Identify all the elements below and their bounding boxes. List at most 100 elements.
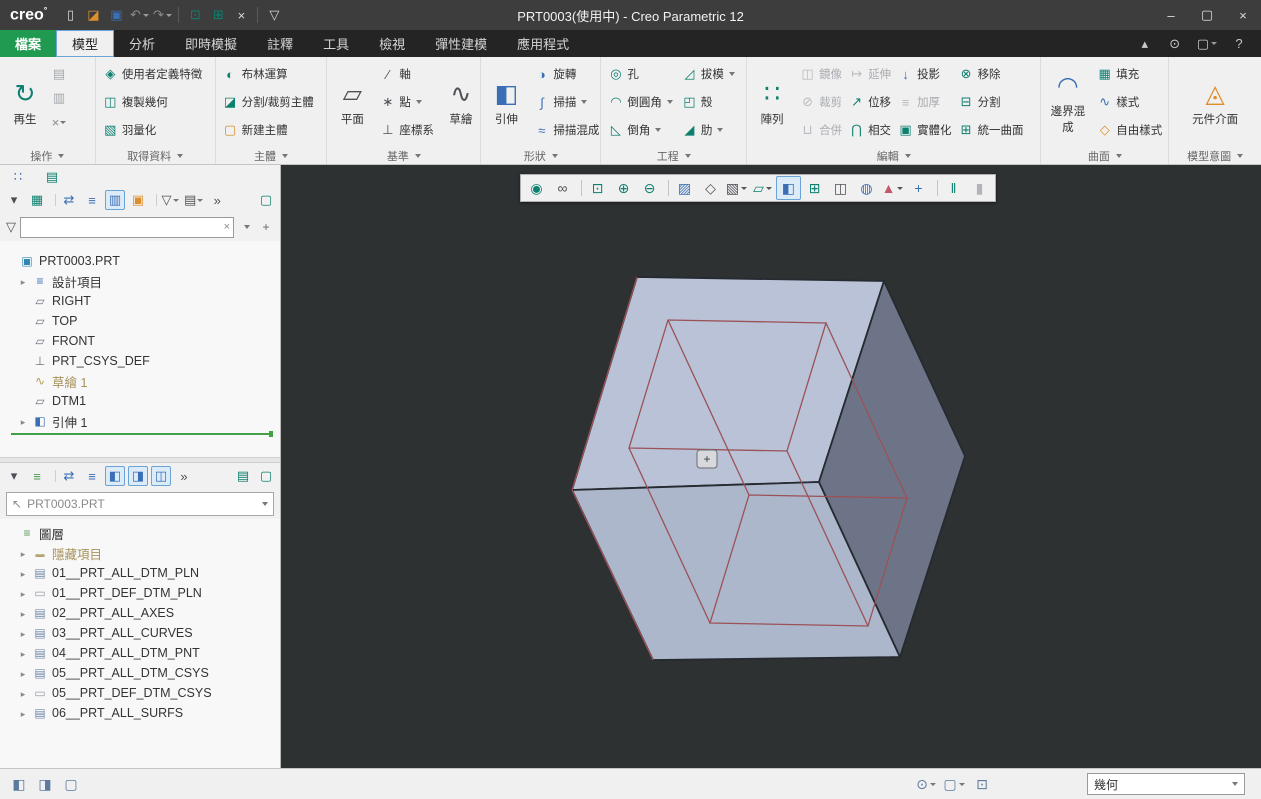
expand-arrow-icon[interactable] (5, 254, 15, 268)
expand-arrow-icon[interactable] (18, 334, 28, 348)
layer-tree-item[interactable]: 04__PRT_ALL_DTM_PNT (5, 643, 280, 663)
draft-button[interactable]: ◿拔模 (678, 60, 738, 88)
rib-button[interactable]: ◢肋 (678, 116, 738, 144)
expand-arrow-icon[interactable] (18, 274, 28, 288)
add-filter-button[interactable]: + (258, 217, 274, 237)
layer-tree-item[interactable]: 隱藏項目 (5, 543, 280, 563)
new-body-button[interactable]: ▢新建主體 (219, 116, 317, 144)
active-tree-icon[interactable]: ▦ (27, 190, 47, 210)
browser-pane-icon[interactable]: ◧ (8, 773, 30, 795)
ribbon-tab[interactable]: 模型 (56, 30, 114, 57)
model-tree-tab-icon[interactable]: ∷ (8, 167, 28, 187)
layer-tree-item[interactable]: 02__PRT_ALL_AXES (5, 603, 280, 623)
paste-icon[interactable]: ▤ (49, 64, 69, 84)
fill-button[interactable]: ▦填充 (1093, 60, 1165, 88)
show-layers-toggle-icon[interactable]: ◨ (128, 466, 148, 486)
redo-icon[interactable]: ↷ (151, 3, 173, 27)
maximize-button[interactable]: ▢ (1189, 0, 1225, 30)
model-tree-filter-input[interactable] (20, 217, 234, 238)
split-trim-body-button[interactable]: ◪分割/裁剪主體 (219, 88, 317, 116)
expand-arrow-icon[interactable] (18, 606, 28, 620)
collapse-layers-icon[interactable]: ▾ (4, 466, 24, 486)
command-search-icon[interactable]: ⊙ (1167, 32, 1183, 56)
expand-arrow-icon[interactable] (18, 294, 28, 308)
ribbon-tab[interactable]: 檔案 (0, 30, 56, 57)
expand-arrow-icon[interactable] (18, 646, 28, 660)
overflow-icon[interactable]: » (174, 466, 194, 486)
intersect-button[interactable]: ⋂相交 (845, 116, 894, 144)
regenerate-button[interactable]: ↻ 再生 (3, 60, 47, 147)
help-icon[interactable]: ? (1231, 32, 1247, 56)
close-window-icon[interactable]: × (230, 3, 252, 27)
model-tree-item[interactable]: 設計項目 (5, 271, 280, 291)
expand-arrow-icon[interactable] (18, 566, 28, 580)
expand-arrow-icon[interactable] (18, 686, 28, 700)
layer-tree-item[interactable]: 05__PRT_ALL_DTM_CSYS (5, 663, 280, 683)
navigator-pane-icon[interactable]: ◨ (34, 773, 56, 795)
find-icon[interactable]: ⊡ (971, 773, 993, 795)
show-status-toggle-icon[interactable]: ◫ (151, 466, 171, 486)
minimize-ribbon-icon[interactable]: ▴ (1137, 32, 1153, 56)
unite-surface-button[interactable]: ⊞統一曲面 (955, 116, 1027, 144)
save-icon[interactable]: ▣ (105, 3, 127, 27)
component-interface-button[interactable]: ◬元件介面 (1189, 60, 1241, 147)
ribbon-tab[interactable]: 檢視 (364, 30, 420, 57)
expand-arrow-icon[interactable] (5, 526, 15, 540)
divide-button[interactable]: ⊟分割 (955, 88, 1027, 116)
chamfer-button[interactable]: ◺倒角 (604, 116, 676, 144)
minimize-button[interactable]: – (1153, 0, 1189, 30)
ribbon-tab[interactable]: 分析 (114, 30, 170, 57)
coordinate-system-button[interactable]: ⊥座標系 (376, 116, 437, 144)
expand-arrow-icon[interactable] (18, 586, 28, 600)
group-label-operations[interactable]: 操作 (3, 147, 92, 164)
layer-tree-item[interactable]: 06__PRT_ALL_SURFS (5, 703, 280, 723)
thicken-button[interactable]: ≡加厚 (894, 88, 955, 116)
project-button[interactable]: ↓投影 (894, 60, 955, 88)
delete-icon[interactable]: × (49, 112, 69, 132)
insert-here-indicator[interactable] (11, 433, 270, 435)
expand-arrow-icon[interactable] (18, 414, 28, 428)
layer-tree-item[interactable]: 圖層 (5, 523, 280, 543)
model-tree-item[interactable]: PRT_CSYS_DEF (5, 351, 280, 371)
new-file-icon[interactable]: ▯ (59, 3, 81, 27)
undo-icon[interactable]: ↶ (128, 3, 150, 27)
mirror-button[interactable]: ◫鏡像 (796, 60, 845, 88)
revolve-button[interactable]: ◑旋轉 (530, 60, 602, 88)
boundary-blend-button[interactable]: ◠邊界混成 (1044, 60, 1091, 147)
expand-arrow-icon[interactable] (18, 666, 28, 680)
window-display-icon[interactable]: ▢ (1197, 32, 1217, 56)
exchange-icon[interactable]: ⇄ (59, 190, 79, 210)
axis-button[interactable]: ∕軸 (376, 60, 437, 88)
open-file-icon[interactable]: ◪ (82, 3, 104, 27)
group-label-editing[interactable]: 編輯 (750, 147, 1037, 164)
sweep-button[interactable]: ∫掃描 (530, 88, 602, 116)
windows-icon[interactable]: ⊞ (207, 3, 229, 27)
layer-tree-item[interactable]: 03__PRT_ALL_CURVES (5, 623, 280, 643)
swept-blend-button[interactable]: ≈掃描混成 (530, 116, 602, 144)
ribbon-tab[interactable]: 彈性建模 (420, 30, 502, 57)
full-screen-icon[interactable]: ▢ (60, 773, 82, 795)
expand-arrow-icon[interactable] (18, 546, 28, 560)
merge-button[interactable]: ⊔合併 (796, 116, 845, 144)
ribbon-tab[interactable]: 應用程式 (502, 30, 584, 57)
layer-tree-item[interactable]: 01__PRT_ALL_DTM_PLN (5, 563, 280, 583)
expand-arrow-icon[interactable] (18, 374, 28, 388)
pattern-button[interactable]: ∷陣列 (750, 60, 794, 147)
model-tree-item[interactable]: PRT0003.PRT (5, 251, 280, 271)
layer-tree-icon[interactable]: ≡ (27, 466, 47, 486)
boolean-operations-button[interactable]: ◐布林運算 (219, 60, 317, 88)
model-tree-item[interactable]: DTM1 (5, 391, 280, 411)
tree-list-icon[interactable]: ≡ (82, 190, 102, 210)
group-label-body[interactable]: 主體 (219, 147, 324, 164)
group-label-model-intent[interactable]: 模型意圖 (1172, 147, 1258, 164)
offset-button[interactable]: ↗位移 (845, 88, 894, 116)
close-button[interactable]: × (1225, 0, 1261, 30)
expand-arrow-icon[interactable] (18, 394, 28, 408)
redraw-icon[interactable]: ⊡ (184, 3, 206, 27)
expand-arrow-icon[interactable] (18, 706, 28, 720)
sketch-button[interactable]: ∿草繪 (439, 60, 483, 147)
selection-filter-icon[interactable]: ⊙ (915, 773, 937, 795)
show-hidden-toggle-icon[interactable]: ◧ (105, 466, 125, 486)
group-label-surfaces[interactable]: 曲面 (1044, 147, 1165, 164)
solidify-button[interactable]: ▣實體化 (894, 116, 955, 144)
